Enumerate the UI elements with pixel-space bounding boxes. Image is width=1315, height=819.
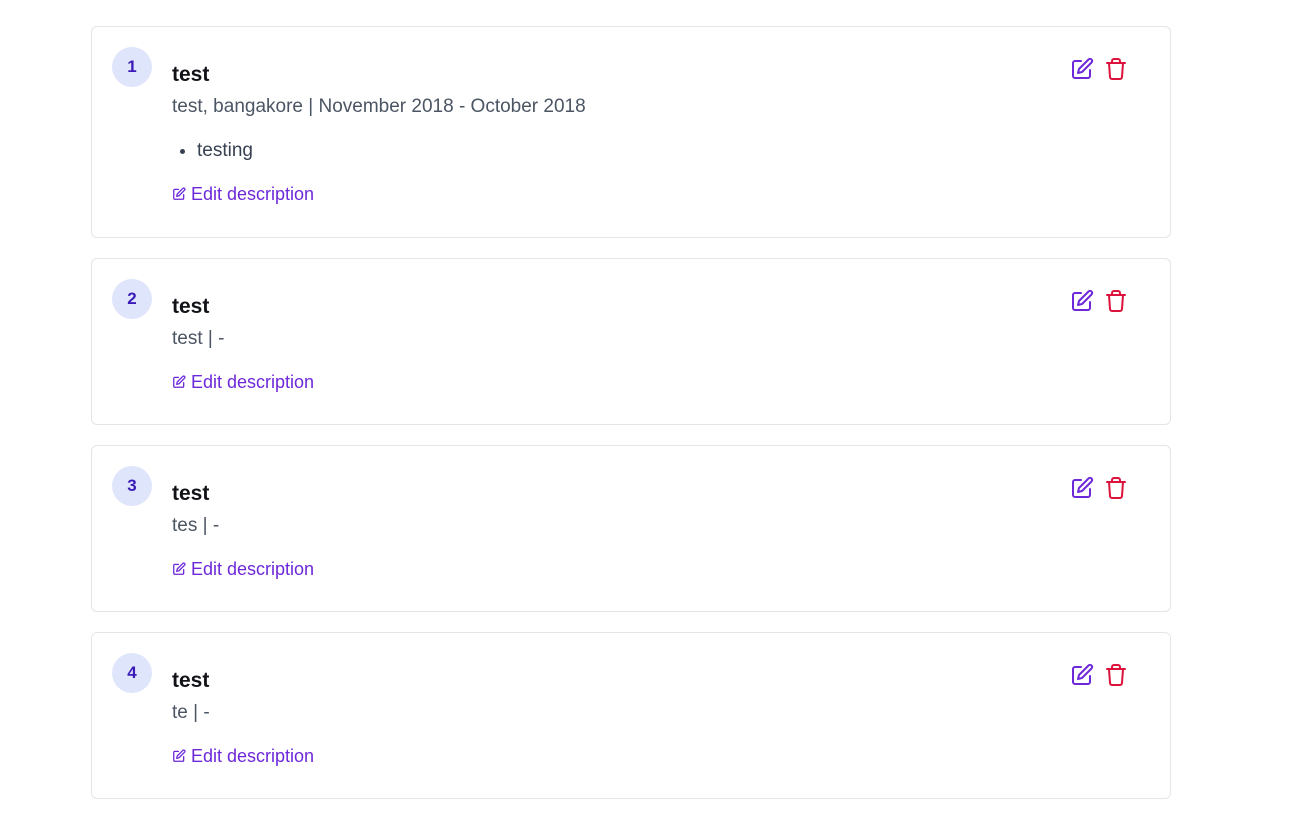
entry-title: test [172,669,210,692]
entry-title: test [172,63,210,86]
index-badge: 3 [112,466,152,506]
description-item: testing [197,138,1150,164]
entry-subtitle: te | - [172,702,210,723]
pencil-square-icon [173,749,186,762]
entry-title: test [172,482,210,505]
edit-description-label: Edit description [191,746,315,766]
index-badge: 2 [112,279,152,319]
experience-card: 2 test test | - Edit description [91,258,1171,425]
edit-description-link[interactable]: Edit description [172,744,314,768]
pencil-square-icon[interactable] [1070,476,1094,500]
trash-icon[interactable] [1104,663,1128,687]
description-list: testing [172,138,1150,164]
entry-title: test [172,295,210,318]
pencil-square-icon[interactable] [1070,57,1094,81]
index-badge: 4 [112,653,152,693]
edit-description-label: Edit description [191,372,315,392]
trash-icon[interactable] [1104,57,1128,81]
pencil-square-icon [173,187,186,200]
entry-actions [1070,476,1128,500]
experience-card: 3 test tes | - Edit description [91,445,1171,612]
experience-card: 1 test test, bangakore | November 2018 -… [91,26,1171,238]
edit-description-label: Edit description [191,559,315,579]
pencil-square-icon[interactable] [1070,289,1094,313]
edit-description-link[interactable]: Edit description [172,182,314,206]
pencil-square-icon[interactable] [1070,663,1094,687]
edit-description-link[interactable]: Edit description [172,557,314,581]
entry-subtitle: tes | - [172,515,220,536]
entry-actions [1070,289,1128,313]
edit-description-label: Edit description [191,184,315,204]
entry-actions [1070,663,1128,687]
edit-description-link[interactable]: Edit description [172,370,314,394]
trash-icon[interactable] [1104,289,1128,313]
pencil-square-icon [173,375,186,388]
experience-list: 1 test test, bangakore | November 2018 -… [91,26,1171,819]
entry-subtitle: test | - [172,328,225,349]
index-badge: 1 [112,47,152,87]
pencil-square-icon [173,562,186,575]
trash-icon[interactable] [1104,476,1128,500]
entry-subtitle: test, bangakore | November 2018 - Octobe… [172,96,586,117]
entry-actions [1070,57,1128,81]
experience-card: 4 test te | - Edit description [91,632,1171,799]
